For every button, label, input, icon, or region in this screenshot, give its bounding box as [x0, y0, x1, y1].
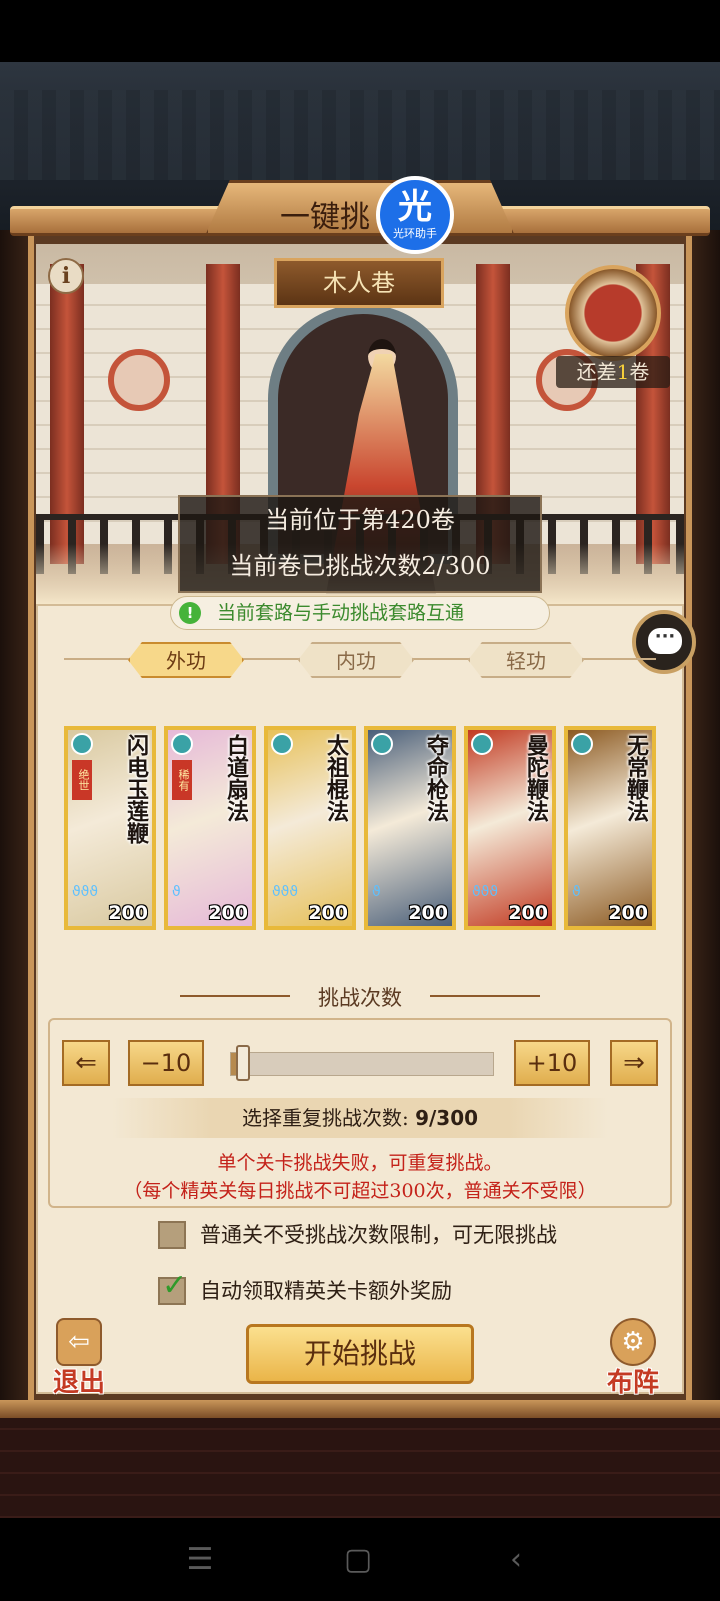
arrow-left-icon: ⇐: [75, 1048, 97, 1078]
count-slider-thumb[interactable]: [236, 1045, 250, 1081]
count-slider-track[interactable]: [230, 1052, 494, 1076]
minus-ten-button[interactable]: −10: [128, 1040, 204, 1086]
skill-gem-icon: [371, 733, 393, 755]
stage-name: 木人巷: [274, 258, 444, 308]
back-icon[interactable]: ‹: [492, 1536, 540, 1584]
skill-drop-icons: ϑ: [572, 884, 581, 900]
skill-name: 夺命枪法: [423, 734, 449, 822]
repeat-count-value: 9/300: [415, 1106, 479, 1130]
min-arrow-button[interactable]: ⇐: [62, 1040, 110, 1086]
chat-bubble-icon: ···: [648, 628, 682, 654]
scroll-reward-icon[interactable]: [565, 265, 661, 361]
skill-gem-icon: [171, 733, 193, 755]
frame-bottom-sill: [0, 1400, 720, 1418]
skill-name: 曼陀鞭法: [523, 734, 549, 822]
background-tiles: [0, 90, 720, 180]
scroll-remaining-label: 还差1卷: [556, 356, 670, 388]
scroll-remain-prefix: 还差: [576, 360, 617, 384]
skill-card[interactable]: 太祖棍法 ϑϑϑ 200: [264, 726, 356, 930]
skill-level: 200: [108, 902, 148, 924]
chat-button[interactable]: ···: [632, 610, 696, 674]
badge-glyph: 光: [398, 187, 432, 227]
skill-name: 闪电玉莲鞭: [123, 734, 149, 844]
daily-limit-warning: （每个精英关每日挑战不可超过300次，普通关不受限）: [123, 1180, 597, 1202]
formation-label: 布阵: [606, 1368, 659, 1398]
game-screen: 一键挑 光 光环助手 i 木人巷 还差1卷 当前位于第420卷 当前卷已挑战次数…: [0, 0, 720, 1601]
challenge-count-title: 挑战次数: [318, 986, 402, 1010]
checkbox-auto-claim[interactable]: ✓: [158, 1271, 187, 1305]
start-challenge-button[interactable]: 开始挑战: [246, 1324, 474, 1384]
skill-name: 太祖棍法: [323, 734, 349, 822]
skill-level: 200: [308, 902, 348, 924]
arrow-right-icon: ⇒: [623, 1048, 645, 1078]
current-attempts: 当前卷已挑战次数2/300: [229, 552, 491, 580]
notice-icon: !: [179, 602, 201, 624]
dialog-title: 一键挑: [280, 200, 370, 235]
checkmark-icon: ✓: [162, 1268, 188, 1303]
skill-gem-icon: [471, 733, 493, 755]
skill-rarity-tag: 绝世: [72, 760, 92, 800]
skill-drop-icons: ϑϑϑ: [272, 884, 299, 900]
scroll-remain-suffix: 卷: [629, 360, 650, 384]
checkbox-unlimited-normal[interactable]: [158, 1221, 186, 1249]
interop-notice-text: 当前套路与手动挑战套路互通: [217, 602, 465, 624]
skill-name: 白道扇法: [223, 734, 249, 822]
skill-card[interactable]: 无常鞭法 ϑ 200: [564, 726, 656, 930]
skill-level: 200: [408, 902, 448, 924]
skill-card[interactable]: 曼陀鞭法 ϑϑϑ 200: [464, 726, 556, 930]
wall-medallion: [108, 349, 170, 411]
menu-icon[interactable]: ☰: [176, 1536, 224, 1584]
exit-label: 退出: [52, 1368, 105, 1398]
exit-door-icon: ⇦: [56, 1318, 102, 1366]
skill-drop-icons: ϑϑϑ: [72, 884, 99, 900]
plus-ten-button[interactable]: +10: [514, 1040, 590, 1086]
retry-warning: 单个关卡挑战失败，可重复挑战。: [217, 1152, 503, 1174]
tab-waigong[interactable]: 外功: [128, 642, 244, 678]
skill-rarity-tag: 稀有: [172, 760, 192, 800]
skill-level: 200: [508, 902, 548, 924]
skill-card[interactable]: 夺命枪法 ϑ 200: [364, 726, 456, 930]
skill-gem-icon: [571, 733, 593, 755]
skill-name: 无常鞭法: [623, 734, 649, 822]
helper-badge-icon[interactable]: 光 光环助手: [376, 176, 454, 254]
roof-header: 一键挑: [0, 180, 720, 240]
option-auto-claim-label: 自动领取精英关卡额外奖励: [200, 1279, 452, 1303]
interop-notice: ! 当前套路与手动挑战套路互通: [170, 596, 550, 630]
skill-card[interactable]: 绝世 闪电玉莲鞭 ϑϑϑ 200: [64, 726, 156, 930]
background-right-wall: [690, 230, 720, 1410]
exit-button[interactable]: ⇦ 退出: [44, 1318, 114, 1398]
skill-drop-icons: ϑ: [372, 884, 381, 900]
home-icon[interactable]: ▢: [334, 1536, 382, 1584]
repeat-count-label: 选择重复挑战次数:: [241, 1106, 416, 1130]
stage-status-box: 当前位于第420卷 当前卷已挑战次数2/300: [178, 495, 542, 593]
tab-neigong[interactable]: 内功: [298, 642, 414, 678]
skill-level: 200: [608, 902, 648, 924]
option-unlimited-label: 普通关不受挑战次数限制，可无限挑战: [200, 1223, 557, 1247]
skill-gem-icon: [71, 733, 93, 755]
formation-icon: ⚙: [610, 1318, 656, 1366]
current-scroll-position: 当前位于第420卷: [265, 506, 455, 534]
repeat-count-row: 选择重复挑战次数: 9/300: [112, 1098, 608, 1138]
skill-drop-icons: ϑ: [172, 884, 181, 900]
status-bar: [0, 0, 720, 62]
system-nav-bar: ☰ ▢ ‹: [0, 1518, 720, 1601]
skill-gem-icon: [271, 733, 293, 755]
tab-qinggong[interactable]: 轻功: [468, 642, 584, 678]
scroll-remain-count: 1: [616, 360, 630, 384]
formation-button[interactable]: ⚙ 布阵: [598, 1318, 668, 1398]
info-icon[interactable]: i: [48, 258, 84, 294]
max-arrow-button[interactable]: ⇒: [610, 1040, 658, 1086]
background-left-wall: [0, 230, 30, 1410]
skill-level: 200: [208, 902, 248, 924]
badge-label: 光环助手: [393, 227, 437, 240]
skill-card[interactable]: 稀有 白道扇法 ϑ 200: [164, 726, 256, 930]
skill-drop-icons: ϑϑϑ: [472, 884, 499, 900]
